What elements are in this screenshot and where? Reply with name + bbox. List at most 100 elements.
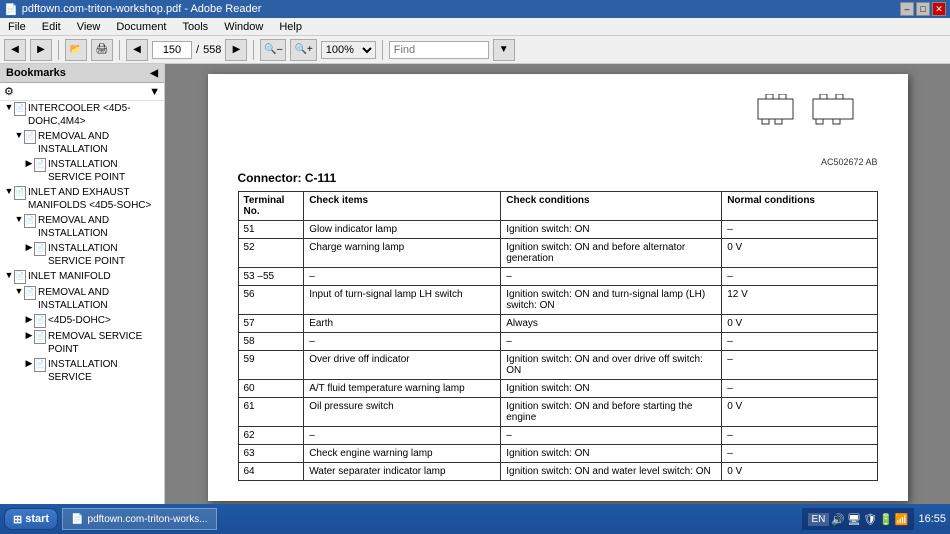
connector-title: Connector: C-111 [238, 171, 878, 185]
cell-normal: 0 V [722, 239, 877, 268]
expand-icon: ▼ [4, 102, 14, 114]
connector-diagram: AC502672 AB [658, 94, 878, 167]
header-check-items: Check items [304, 192, 501, 221]
find-input[interactable] [389, 41, 489, 59]
back-button[interactable]: ◀ [4, 39, 26, 61]
ac-reference-label: AC502672 AB [658, 157, 878, 167]
cell-normal: – [722, 445, 877, 463]
cell-conditions: Ignition switch: ON [501, 380, 722, 398]
separator4 [382, 40, 383, 60]
sidebar-title: Bookmarks [6, 67, 66, 79]
sidebar-collapse-button[interactable]: ◀ [150, 68, 158, 79]
zoom-select[interactable]: 100% 75% 125% 150% [321, 41, 376, 59]
cell-check-item: Earth [304, 315, 501, 333]
sidebar-item-installation1[interactable]: ▶ 📄 INSTALLATION SERVICE POINT [0, 157, 164, 185]
sidebar-item-installation2[interactable]: ▶ 📄 INSTALLATION SERVICE POINT [0, 241, 164, 269]
sidebar-item-inlet-manifold[interactable]: ▼ 📄 INLET MANIFOLD [0, 269, 164, 285]
menu-help[interactable]: Help [275, 21, 306, 33]
pdf-page: AC502672 AB Connector: C-111 Terminal No… [208, 74, 908, 501]
start-button[interactable]: ⊞ start [4, 508, 58, 530]
page-icon: 📄 [34, 158, 46, 172]
volume-icon: 🔊 [831, 513, 845, 526]
cell-conditions: Ignition switch: ON and before starting … [501, 398, 722, 427]
sidebar-extra-icon[interactable]: ▼ [149, 86, 160, 98]
table-row: 64 Water separater indicator lamp Igniti… [238, 463, 877, 481]
sidebar-item-removal1[interactable]: ▼ 📄 REMOVAL AND INSTALLATION [0, 129, 164, 157]
cell-conditions: – [501, 333, 722, 351]
start-label: start [25, 513, 49, 525]
system-tray: EN 🔊 🖥 🛡 🔋 📶 [802, 508, 915, 530]
menu-document[interactable]: Document [112, 21, 170, 33]
cell-check-item: Charge warning lamp [304, 239, 501, 268]
sidebar-item-label: REMOVAL AND INSTALLATION [38, 214, 164, 240]
expand-icon: ▶ [24, 358, 34, 370]
table-row: 62 – – – [238, 427, 877, 445]
page-number-input[interactable] [152, 41, 192, 59]
cell-terminal: 63 [238, 445, 304, 463]
expand-icon: ▼ [4, 186, 14, 198]
language-indicator: EN [808, 513, 830, 526]
connector-diagram-area: AC502672 AB [238, 94, 878, 167]
cell-conditions: Ignition switch: ON and over drive off s… [501, 351, 722, 380]
sidebar-item-label: INSTALLATION SERVICE POINT [48, 158, 164, 184]
cell-normal: 0 V [722, 463, 877, 481]
menu-file[interactable]: File [4, 21, 30, 33]
expand-icon: ▶ [24, 314, 34, 326]
maximize-button[interactable]: □ [916, 2, 930, 16]
network-icon: 🖥 [847, 513, 861, 526]
print-button[interactable]: 🖨 [91, 39, 113, 61]
next-page-button[interactable]: ▶ [225, 39, 247, 61]
sidebar-item-label: <4D5-DOHC> [48, 314, 164, 327]
menu-edit[interactable]: Edit [38, 21, 65, 33]
zoom-out-button[interactable]: 🔍– [260, 39, 286, 61]
page-icon: 📄 [34, 242, 46, 256]
sidebar-item-label: INLET AND EXHAUST MANIFOLDS <4D5-SOHC> [28, 186, 164, 212]
taskbar-app-item[interactable]: 📄 pdftown.com-triton-works... [62, 508, 217, 530]
expand-icon: ▶ [24, 242, 34, 254]
window-title: pdftown.com-triton-workshop.pdf - Adobe … [22, 3, 262, 15]
cell-terminal: 64 [238, 463, 304, 481]
sidebar-options-icon[interactable]: ⚙ [4, 85, 14, 98]
close-button[interactable]: ✕ [932, 2, 946, 16]
forward-button[interactable]: ▶ [30, 39, 52, 61]
sidebar-item-4d5-dohc[interactable]: ▶ 📄 <4D5-DOHC> [0, 313, 164, 329]
sidebar-item-label: INSTALLATION SERVICE POINT [48, 242, 164, 268]
sidebar-header: Bookmarks ◀ [0, 64, 164, 83]
page-icon: 📄 [14, 186, 26, 200]
sidebar-item-label: INTERCOOLER <4D5-DOHC,4M4> [28, 102, 164, 128]
cell-conditions: – [501, 427, 722, 445]
cell-check-item: – [304, 268, 501, 286]
cell-conditions: Ignition switch: ON [501, 445, 722, 463]
minimize-button[interactable]: – [900, 2, 914, 16]
cell-conditions: Ignition switch: ON and before alternato… [501, 239, 722, 268]
cell-terminal: 60 [238, 380, 304, 398]
find-next-button[interactable]: ▼ [493, 39, 515, 61]
expand-icon: ▼ [14, 130, 24, 142]
sidebar-item-label: INLET MANIFOLD [28, 270, 164, 283]
prev-page-button[interactable]: ◀ [126, 39, 148, 61]
menu-view[interactable]: View [73, 21, 105, 33]
cell-conditions: Ignition switch: ON and water level swit… [501, 463, 722, 481]
sidebar-item-inlet-exhaust[interactable]: ▼ 📄 INLET AND EXHAUST MANIFOLDS <4D5-SOH… [0, 185, 164, 213]
security-icon: 🛡 [863, 513, 877, 526]
zoom-in-button[interactable]: 🔍+ [290, 39, 316, 61]
cell-check-item: – [304, 333, 501, 351]
sidebar-item-intercooler[interactable]: ▼ 📄 INTERCOOLER <4D5-DOHC,4M4> [0, 101, 164, 129]
table-row: 61 Oil pressure switch Ignition switch: … [238, 398, 877, 427]
cell-terminal: 53 –55 [238, 268, 304, 286]
cell-normal: – [722, 221, 877, 239]
menu-tools[interactable]: Tools [179, 21, 213, 33]
cell-check-item: Check engine warning lamp [304, 445, 501, 463]
cell-conditions: Always [501, 315, 722, 333]
cell-conditions: Ignition switch: ON [501, 221, 722, 239]
sidebar-item-installation-svc[interactable]: ▶ 📄 INSTALLATION SERVICE [0, 357, 164, 385]
sidebar-item-removal2[interactable]: ▼ 📄 REMOVAL AND INSTALLATION [0, 213, 164, 241]
menu-window[interactable]: Window [220, 21, 267, 33]
page-icon: 📄 [34, 358, 46, 372]
taskbar-right: EN 🔊 🖥 🛡 🔋 📶 16:55 [802, 508, 946, 530]
cell-normal: – [722, 427, 877, 445]
sidebar-item-removal3[interactable]: ▼ 📄 REMOVAL AND INSTALLATION [0, 285, 164, 313]
sidebar-item-removal-svc[interactable]: ▶ 📄 REMOVAL SERVICE POINT [0, 329, 164, 357]
open-button[interactable]: 📂 [65, 39, 87, 61]
header-terminal: Terminal No. [238, 192, 304, 221]
